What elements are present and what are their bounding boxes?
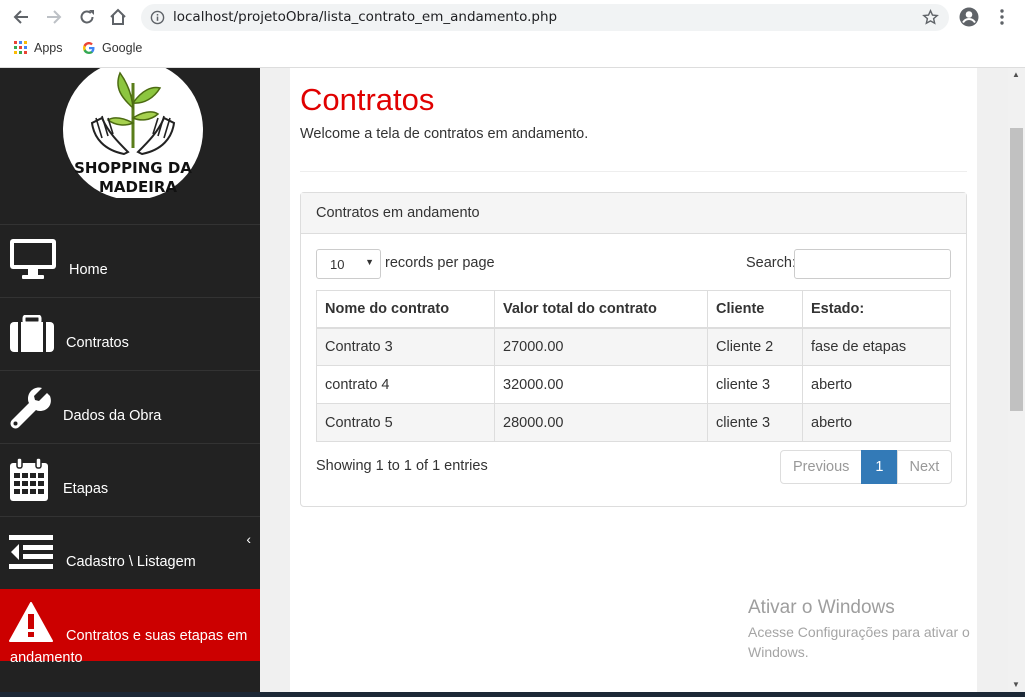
table-row: Contrato 3 27000.00 Cliente 2 fase de et… (316, 327, 951, 366)
previous-page-button[interactable]: Previous (780, 450, 863, 484)
column-header-valor[interactable]: Valor total do contrato (494, 290, 708, 329)
next-page-button[interactable]: Next (896, 450, 953, 484)
cell-cliente: Cliente 2 (707, 327, 803, 366)
cell-valor: 32000.00 (494, 365, 708, 404)
cell-estado: fase de etapas (802, 327, 951, 366)
url-text: localhost/projetoObra/lista_contrato_em_… (173, 9, 558, 25)
chevron-left-icon[interactable]: ‹ (246, 531, 251, 547)
pagination: Previous 1 Next (780, 450, 953, 484)
cell-valor: 27000.00 (494, 327, 708, 366)
page-scrollbar[interactable]: ▲ ▼ (1008, 68, 1025, 697)
taskbar-edge (0, 692, 1025, 697)
table-header-row: Nome do contrato Valor total do contrato… (316, 290, 951, 329)
table-info: Showing 1 to 1 of 1 entries (316, 458, 488, 474)
forward-button[interactable] (43, 6, 65, 28)
bookmark-star-icon[interactable] (922, 8, 939, 31)
google-g-icon (83, 42, 95, 54)
monitor-icon (9, 238, 57, 285)
sidebar-item-etapas-label: Etapas (63, 481, 109, 497)
kebab-menu-icon (1000, 9, 1004, 25)
reload-button[interactable] (76, 6, 98, 28)
search-label: Search: (746, 255, 796, 271)
column-header-nome[interactable]: Nome do contrato (316, 290, 495, 329)
arrow-right-icon (47, 10, 62, 24)
house-icon (110, 8, 126, 25)
calendar-icon (9, 457, 49, 507)
briefcase-icon (9, 314, 55, 358)
scroll-up-icon[interactable]: ▲ (1012, 70, 1020, 79)
cell-valor: 28000.00 (494, 403, 708, 442)
table-row: Contrato 5 28000.00 cliente 3 aberto (316, 403, 951, 442)
sidebar-item-contratos-etapas-andamento-label: Contratos e suas etapas em andamento (10, 628, 248, 666)
divider (300, 171, 967, 172)
cell-estado: aberto (802, 365, 951, 404)
outdent-icon (9, 535, 53, 574)
caret-down-icon: ▼ (365, 257, 374, 267)
panel-heading: Contratos em andamento (301, 193, 966, 234)
shopping-da-madeira-logo[interactable]: SHOPPING DA MADEIRA (62, 60, 204, 200)
sidebar-item-etapas[interactable]: Etapas (0, 443, 260, 516)
apps-grid-icon (14, 41, 27, 54)
info-icon[interactable] (150, 10, 165, 30)
column-header-cliente[interactable]: Cliente (707, 290, 803, 329)
sidebar-item-dados-da-obra[interactable]: Dados da Obra (0, 370, 260, 443)
bookmark-google[interactable]: Google (82, 41, 142, 55)
sidebar-item-home[interactable]: Home (0, 224, 260, 297)
sidebar-item-contratos-etapas-andamento[interactable]: Contratos e suas etapas em andamento (0, 589, 260, 666)
page-title: Contratos (300, 82, 435, 117)
sidebar-item-home-label: Home (69, 262, 108, 278)
sidebar: SHOPPING DA MADEIRA Home Contratos Dados… (0, 60, 260, 697)
sidebar-item-contratos[interactable]: Contratos (0, 297, 260, 370)
cell-cliente: cliente 3 (707, 403, 803, 442)
cell-nome: Contrato 5 (316, 403, 495, 442)
bookmark-google-label: Google (102, 41, 143, 55)
sidebar-item-contratos-label: Contratos (66, 335, 129, 351)
records-per-page-value: 10 (330, 257, 345, 272)
contracts-panel: Contratos em andamento 10 ▼ records per … (300, 192, 967, 507)
records-per-page-label: records per page (385, 255, 495, 271)
page-1-button[interactable]: 1 (861, 450, 898, 484)
windows-activation-text: Acesse Configurações para ativar o Windo… (748, 624, 970, 660)
profile-button[interactable] (958, 6, 980, 28)
sidebar-item-cadastro-listagem-label: Cadastro \ Listagem (66, 554, 196, 570)
browser-menu-button[interactable] (991, 6, 1013, 28)
home-button[interactable] (107, 6, 129, 28)
sidebar-item-cadastro-listagem[interactable]: Cadastro \ Listagem ‹ (0, 516, 260, 589)
logo-text-line1: SHOPPING DA (74, 159, 192, 177)
cell-nome: Contrato 3 (316, 327, 495, 366)
logo-text-line2: MADEIRA (99, 178, 177, 196)
bookmarks-bar: Apps Google (0, 38, 1025, 60)
records-per-page-select[interactable]: 10 ▼ (316, 249, 381, 279)
cell-nome: contrato 4 (316, 365, 495, 404)
bookmark-apps-label: Apps (34, 41, 63, 55)
account-icon (959, 7, 979, 27)
search-input[interactable] (794, 249, 951, 279)
bookmark-apps[interactable]: Apps (14, 41, 63, 55)
address-bar[interactable]: localhost/projetoObra/lista_contrato_em_… (141, 4, 949, 31)
arrow-left-icon (13, 10, 28, 24)
sidebar-item-dados-da-obra-label: Dados da Obra (63, 408, 162, 424)
browser-chrome: localhost/projetoObra/lista_contrato_em_… (0, 0, 1025, 68)
reload-icon (80, 10, 94, 24)
cell-cliente: cliente 3 (707, 365, 803, 404)
scroll-down-icon[interactable]: ▼ (1012, 680, 1020, 689)
table-row: contrato 4 32000.00 cliente 3 aberto (316, 365, 951, 404)
contracts-table: Nome do contrato Valor total do contrato… (316, 290, 951, 442)
column-header-estado[interactable]: Estado: (802, 290, 951, 329)
windows-activation-title: Ativar o Windows (748, 597, 895, 618)
back-button[interactable] (10, 6, 32, 28)
scrollbar-thumb[interactable] (1010, 128, 1023, 411)
page-subtitle: Welcome a tela de contratos em andamento… (300, 126, 589, 142)
main-area: Contratos Welcome a tela de contratos em… (260, 68, 1008, 697)
wrench-icon (9, 387, 51, 434)
cell-estado: aberto (802, 403, 951, 442)
